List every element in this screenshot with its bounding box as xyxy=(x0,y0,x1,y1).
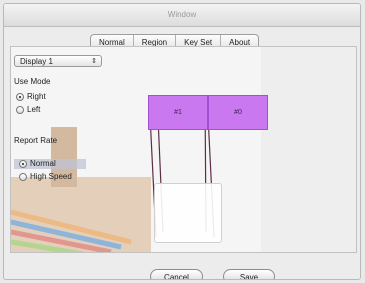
settings-panel: Display 1 ⇕ Use Mode Right Left Report R… xyxy=(10,46,357,253)
report-rate-label: Report Rate xyxy=(14,136,58,145)
app-window: Window Normal Region Key Set About Displ… xyxy=(3,3,361,280)
window-titlebar: Window xyxy=(4,4,360,27)
radio-normal[interactable]: Normal xyxy=(19,159,56,168)
radio-high-speed[interactable]: High Speed xyxy=(19,172,72,181)
save-button[interactable]: Save xyxy=(223,269,275,279)
window-title: Window xyxy=(167,10,197,19)
monitor-1[interactable]: #1 xyxy=(148,95,208,130)
radio-selected-icon xyxy=(16,92,24,101)
tablet-area[interactable] xyxy=(154,183,222,243)
radio-selected-icon xyxy=(19,159,27,168)
radio-normal-label: Normal xyxy=(30,159,56,168)
radio-left-label: Left xyxy=(27,105,41,114)
radio-right-label: Right xyxy=(27,92,46,101)
radio-left[interactable]: Left xyxy=(16,105,40,114)
monitor-0[interactable]: #0 xyxy=(208,95,268,130)
radio-right[interactable]: Right xyxy=(16,92,46,101)
radio-high-speed-label: High Speed xyxy=(30,172,72,181)
display-select-value: Display 1 xyxy=(20,57,53,66)
radio-unselected-icon xyxy=(16,105,24,114)
radio-unselected-icon xyxy=(19,172,27,181)
updown-arrows-icon: ⇕ xyxy=(91,58,97,65)
use-mode-label: Use Mode xyxy=(14,77,51,86)
cancel-button[interactable]: Cancel xyxy=(150,269,203,279)
monitor-1-label: #1 xyxy=(174,109,182,116)
monitor-0-label: #0 xyxy=(234,109,242,116)
display-select[interactable]: Display 1 ⇕ xyxy=(14,55,102,67)
right-panel-shade xyxy=(261,47,356,252)
